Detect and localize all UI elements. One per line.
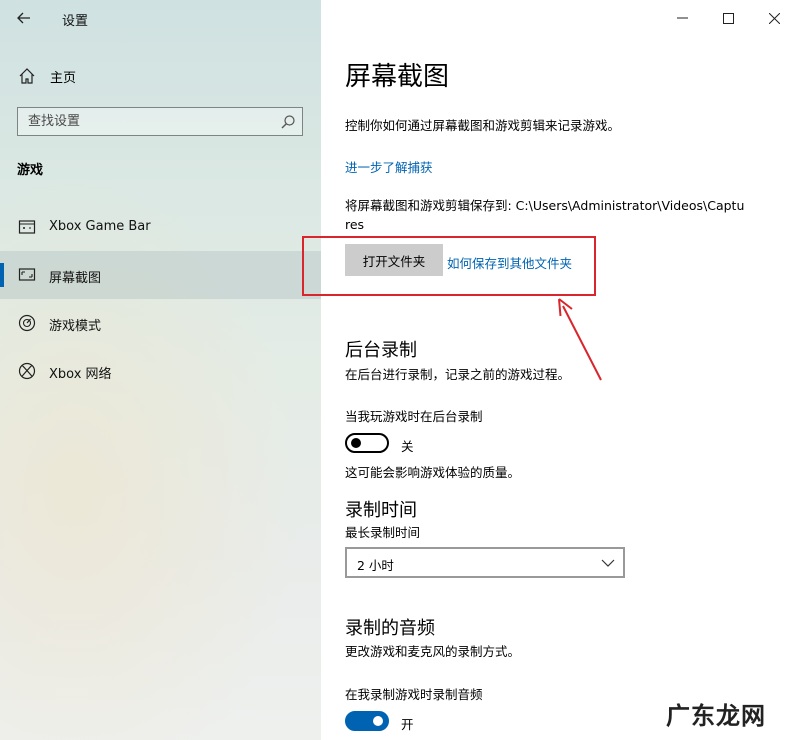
capture-icon [18,268,36,281]
sidebar-item-label: Xbox 网络 [49,367,112,382]
minimize-icon [676,17,688,19]
sidebar-item-label: 游戏模式 [49,319,102,334]
toggle-knob [373,716,383,726]
back-button[interactable] [10,4,38,32]
active-indicator [0,263,4,287]
sidebar-item-home[interactable]: 主页 [0,60,321,92]
close-icon [768,12,780,24]
page-title: 屏幕截图 [345,62,450,92]
dropdown-value: 2 小时 [357,558,394,573]
app-title: 设置 [62,14,89,29]
background-recording-toggle[interactable] [345,433,389,453]
section-title: 游戏 [17,163,44,178]
record-audio-toggle-state: 开 [401,717,414,732]
game-mode-icon [18,314,36,332]
chevron-down-icon [601,559,615,567]
recording-time-heading: 录制时间 [345,500,417,521]
close-button[interactable] [751,0,797,36]
search-input[interactable] [18,108,302,135]
save-path-text: 将屏幕截图和游戏剪辑保存到: C:\Users\Administrator\Vi… [345,198,745,232]
game-bar-icon [18,220,36,234]
minimize-button[interactable] [659,0,705,36]
sidebar-item-label: Xbox Game Bar [49,219,151,234]
search-icon[interactable] [280,114,296,130]
back-arrow-icon [17,12,30,24]
record-audio-toggle-label: 在我录制游戏时录制音频 [345,687,483,702]
background-recording-note: 这可能会影响游戏体验的质量。 [345,465,521,480]
sidebar-item-xbox-network[interactable]: Xbox 网络 [0,347,321,395]
annotation-box [302,236,596,296]
main-panel: 屏幕截图 控制你如何通过屏幕截图和游戏剪辑来记录游戏。 进一步了解捕获 将屏幕截… [302,0,798,740]
watermark: 广东龙网 [666,702,766,730]
sidebar-item-label: 屏幕截图 [49,271,102,286]
sidebar: 设置 主页 游戏 Xbox Game Bar 屏幕截图 [0,0,321,740]
background-recording-toggle-label: 当我玩游戏时在后台录制 [345,409,483,424]
home-icon [19,68,35,84]
recorded-audio-heading: 录制的音频 [345,618,435,639]
maximize-button[interactable] [705,0,751,36]
sidebar-item-label: 主页 [50,71,77,86]
toggle-knob [351,438,361,448]
sidebar-item-game-mode[interactable]: 游戏模式 [0,299,321,347]
max-recording-time-dropdown[interactable]: 2 小时 [345,547,625,578]
background-recording-description: 在后台进行录制，记录之前的游戏过程。 [345,367,571,382]
search-box[interactable] [17,107,303,136]
background-recording-heading: 后台录制 [345,340,417,361]
page-description: 控制你如何通过屏幕截图和游戏剪辑来记录游戏。 [345,118,621,133]
xbox-icon [18,362,36,380]
max-recording-time-label: 最长录制时间 [345,525,421,540]
title-bar: 设置 [0,0,321,36]
record-audio-toggle[interactable] [345,711,389,731]
sidebar-item-xbox-game-bar[interactable]: Xbox Game Bar [0,203,321,251]
background-recording-toggle-state: 关 [401,439,414,454]
recorded-audio-description: 更改游戏和麦克风的录制方式。 [345,644,521,659]
maximize-icon [722,12,734,24]
sidebar-item-captures[interactable]: 屏幕截图 [0,251,321,299]
learn-more-link[interactable]: 进一步了解捕获 [345,157,433,176]
